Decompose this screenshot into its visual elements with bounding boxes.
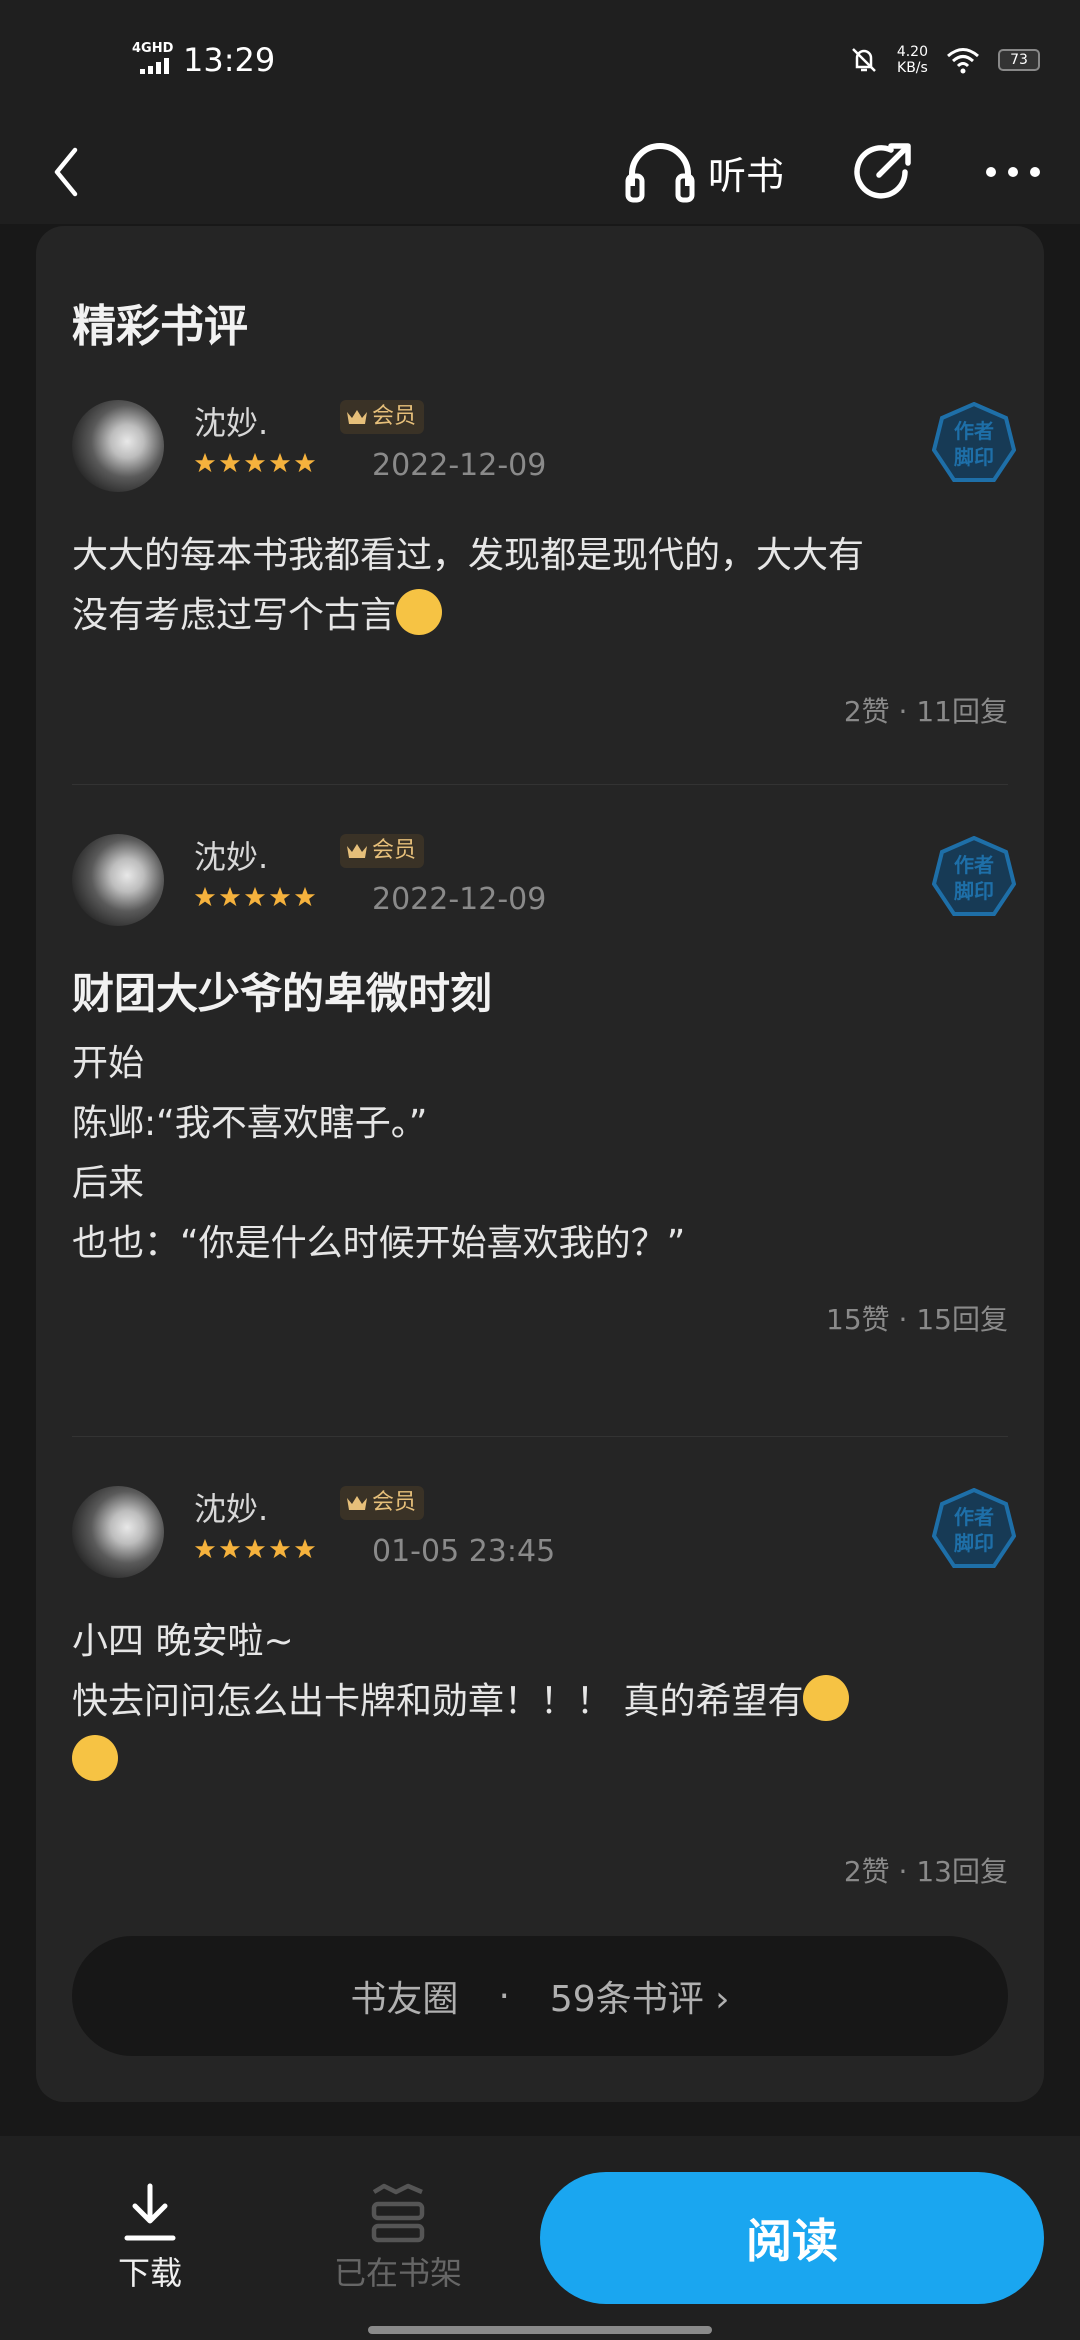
avatar[interactable]: [72, 834, 164, 926]
vip-badge: 会员: [340, 834, 425, 868]
headphones-icon: [625, 143, 695, 203]
svg-text:作者: 作者: [954, 853, 994, 877]
star-icon: [219, 452, 241, 473]
review-content: 开始 陈邺:“我不喜欢瞎子。” 后来 也也：“你是什么时候开始喜欢我的？”: [72, 1043, 686, 1264]
download-label: 下载: [117, 2254, 182, 2292]
mute-bell-icon: [851, 48, 876, 72]
more-button[interactable]: [978, 128, 1048, 216]
review-item[interactable]: 沈妙. 会员 01-05 23:45 作者 脚印 小四 晚安啦~ 快去问问怎么出…: [72, 1484, 1016, 1888]
network-type: 4GHD: [132, 41, 174, 56]
svg-text:脚印: 脚印: [954, 445, 994, 469]
separator-dot: ·: [498, 1975, 510, 2017]
username[interactable]: 沈妙.: [194, 398, 268, 444]
bookshelf-label: 已在书架: [333, 2254, 462, 2292]
svg-text:脚印: 脚印: [954, 879, 994, 903]
review-title: 财团大少爷的卑微时刻: [72, 969, 493, 1018]
book-circle-button[interactable]: 书友圈 · 59条书评 ›: [72, 1936, 1008, 2056]
section-title: 精彩书评: [72, 301, 248, 352]
back-button[interactable]: [38, 132, 94, 212]
reviews-card: 精彩书评 沈妙. 会员 2022-12-09 作者 脚印 大大的每本书我都看过，…: [36, 226, 1044, 2102]
review-stats[interactable]: 2赞 · 13回复: [844, 1850, 1008, 1890]
battery-indicator: 73: [998, 49, 1040, 71]
clock: 13:29: [183, 41, 276, 79]
review-count: 59条书评 ›: [549, 1979, 730, 2020]
star-icon: [269, 886, 291, 907]
divider: [72, 1436, 1008, 1437]
rating-stars: [194, 886, 316, 908]
review-stats[interactable]: 2赞 · 11回复: [844, 690, 1008, 730]
svg-text:作者: 作者: [954, 419, 994, 443]
star-icon: [219, 1538, 241, 1559]
star-icon: [294, 886, 316, 907]
pleading-face-emoji: [396, 589, 443, 635]
svg-text:作者: 作者: [954, 1505, 994, 1529]
review-date: 2022-12-09: [372, 882, 547, 917]
star-icon: [244, 886, 266, 907]
star-icon: [269, 1538, 291, 1559]
download-icon: [124, 2183, 176, 2241]
star-icon: [294, 1538, 316, 1559]
more-dots-icon: [986, 167, 1040, 177]
divider: [72, 784, 1008, 785]
book-circle-label: 书友圈: [350, 1979, 459, 2020]
home-indicator[interactable]: [368, 2326, 712, 2334]
crown-icon: [347, 410, 367, 424]
avatar[interactable]: [72, 400, 164, 492]
bookshelf-icon: [371, 2183, 425, 2243]
star-icon: [219, 886, 241, 907]
username[interactable]: 沈妙.: [194, 1484, 268, 1530]
star-icon: [194, 452, 216, 473]
crown-icon: [347, 1496, 367, 1510]
share-icon: [854, 143, 911, 199]
author-footprint-stamp: 作者 脚印: [932, 402, 1016, 482]
read-button[interactable]: 阅读: [540, 2172, 1044, 2304]
star-icon: [244, 1538, 266, 1559]
chevron-right-icon: ›: [715, 1979, 730, 2020]
star-icon: [294, 452, 316, 473]
review-item[interactable]: 沈妙. 会员 2022-12-09 作者 脚印 大大的每本书我都看过，发现都是现…: [72, 398, 1016, 760]
star-icon: [194, 1538, 216, 1559]
vip-badge: 会员: [340, 1486, 425, 1520]
crying-face-emoji: [72, 1735, 118, 1781]
bookshelf-button[interactable]: 已在书架: [318, 2182, 478, 2312]
star-icon: [244, 452, 266, 473]
review-date: 01-05 23:45: [372, 1534, 556, 1569]
net-speed: 4.20 KB/s: [896, 44, 928, 76]
top-nav: 听书: [0, 120, 1080, 224]
download-button[interactable]: 下载: [90, 2182, 210, 2312]
review-item[interactable]: 沈妙. 会员 2022-12-09 作者 脚印 财团大少爷的卑微时刻 开始 陈邺…: [72, 832, 1016, 1336]
share-button[interactable]: [846, 128, 918, 216]
rating-stars: [194, 1538, 316, 1560]
rating-stars: [194, 452, 316, 474]
avatar[interactable]: [72, 1486, 164, 1578]
svg-text:脚印: 脚印: [954, 1531, 994, 1555]
chevron-left-icon: [54, 147, 78, 197]
vip-badge: 会员: [340, 400, 425, 434]
review-content: 大大的每本书我都看过，发现都是现代的，大大有 没有考虑过写个古言: [72, 535, 865, 636]
crying-face-emoji: [803, 1675, 850, 1721]
review-stats[interactable]: 15赞 · 15回复: [826, 1298, 1008, 1338]
author-footprint-stamp: 作者 脚印: [932, 1488, 1016, 1568]
crown-icon: [347, 844, 367, 858]
review-content: 小四 晚安啦~ 快去问问怎么出卡牌和勋章！！！ 真的希望有: [72, 1612, 1008, 1792]
review-date: 2022-12-09: [372, 448, 547, 483]
listen-label: 听书: [708, 153, 785, 198]
listen-button[interactable]: 听书: [624, 132, 784, 212]
bottom-bar: 下载 已在书架 阅读: [0, 2136, 1080, 2340]
star-icon: [269, 452, 291, 473]
signal-icon: [140, 58, 169, 74]
status-bar: 4GHD 13:29 4.20 KB/s 73: [0, 0, 1080, 120]
star-icon: [194, 886, 216, 907]
author-footprint-stamp: 作者 脚印: [932, 836, 1016, 916]
wifi-icon: [947, 48, 979, 74]
username[interactable]: 沈妙.: [194, 832, 268, 878]
